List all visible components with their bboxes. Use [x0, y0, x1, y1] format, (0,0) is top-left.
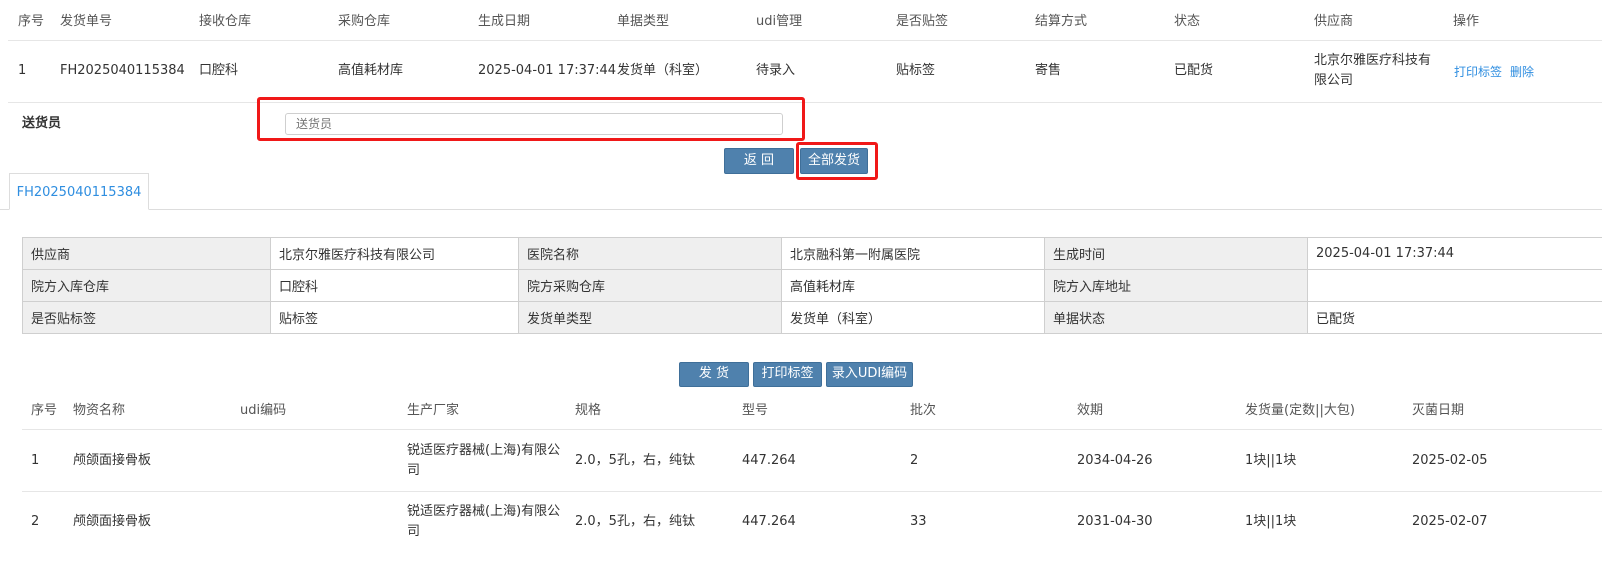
col-receive-wh: 接收仓库	[199, 14, 252, 29]
info-in-addr-label: 院方入库地址	[1044, 269, 1308, 302]
item-sterile: 2025-02-07	[1412, 514, 1488, 529]
item-index: 1	[31, 453, 40, 468]
info-in-wh-label: 院方入库仓库	[22, 269, 271, 302]
col-purchase-wh: 采购仓库	[338, 14, 391, 29]
col-order-no: 发货单号	[60, 14, 113, 29]
item-qty: 1块||1块	[1245, 453, 1297, 468]
back-button[interactable]: 返 回	[724, 148, 794, 174]
info-created-label: 生成时间	[1044, 237, 1308, 270]
info-label-flag: 贴标签	[270, 301, 519, 334]
item-model: 447.264	[742, 453, 796, 468]
enter-udi-button[interactable]: 录入UDI编码	[826, 362, 913, 387]
item-name: 颅颌面接骨板	[73, 514, 152, 529]
print-label-button[interactable]: 打印标签	[753, 362, 822, 387]
item-qty: 1块||1块	[1245, 514, 1297, 529]
item-model: 447.264	[742, 514, 796, 529]
info-doc-type: 发货单（科室）	[781, 301, 1045, 334]
items-col-name: 物资名称	[73, 403, 126, 418]
items-col-spec: 规格	[575, 403, 602, 418]
item-maker-line1: 锐适医疗器械(上海)有限公	[407, 504, 561, 519]
col-actions: 操作	[1453, 14, 1480, 29]
col-supplier: 供应商	[1314, 14, 1354, 29]
col-udi: udi管理	[756, 14, 803, 29]
info-doc-type-label: 发货单类型	[518, 301, 782, 334]
item-sterile: 2025-02-05	[1412, 453, 1488, 468]
tab-bar-line	[0, 209, 1602, 210]
col-settle: 结算方式	[1035, 14, 1088, 29]
col-index: 序号	[18, 14, 45, 29]
items-col-sterile: 灭菌日期	[1412, 403, 1465, 418]
row-divider	[8, 102, 1602, 103]
item-maker-line2: 司	[407, 524, 421, 539]
item-maker-line1: 锐适医疗器械(上海)有限公	[407, 443, 561, 458]
items-col-qty: 发货量(定数||大包)	[1245, 403, 1355, 418]
item-index: 2	[31, 514, 40, 529]
items-col-index: 序号	[31, 403, 58, 418]
order-receive-wh: 口腔科	[199, 63, 239, 78]
col-date: 生成日期	[478, 14, 531, 29]
items-row-divider	[22, 491, 1602, 492]
info-label-flag-label: 是否贴标签	[22, 301, 271, 334]
info-hospital: 北京融科第一附属医院	[781, 237, 1045, 270]
item-name: 颅颌面接骨板	[73, 453, 152, 468]
delivery-person-label: 送货员	[22, 116, 62, 131]
order-status: 已配货	[1174, 63, 1214, 78]
info-hospital-label: 医院名称	[518, 237, 782, 270]
item-expiry: 2034-04-26	[1077, 453, 1153, 468]
item-maker-line2: 司	[407, 463, 421, 478]
info-doc-status: 已配货	[1307, 301, 1602, 334]
print-label-link[interactable]: 打印标签	[1454, 63, 1502, 80]
order-purchase-wh: 高值耗材库	[338, 63, 404, 78]
order-label: 贴标签	[896, 63, 936, 78]
col-status: 状态	[1174, 14, 1201, 29]
order-supplier-line2: 限公司	[1314, 73, 1354, 88]
order-supplier-line1: 北京尔雅医疗科技有	[1314, 53, 1432, 68]
info-row: 院方入库仓库 口腔科 院方采购仓库 高值耗材库 院方入库地址	[22, 269, 1602, 302]
info-row: 供应商 北京尔雅医疗科技有限公司 医院名称 北京融科第一附属医院 生成时间 20…	[22, 237, 1602, 270]
info-purchase-wh: 高值耗材库	[781, 269, 1045, 302]
order-settle: 寄售	[1035, 63, 1062, 78]
items-col-expiry: 效期	[1077, 403, 1104, 418]
items-col-udi: udi编码	[240, 403, 287, 418]
items-col-model: 型号	[742, 403, 769, 418]
highlight-box-input	[257, 97, 805, 141]
info-supplier: 北京尔雅医疗科技有限公司	[270, 237, 519, 270]
item-spec: 2.0，5孔，右，纯钛	[575, 514, 695, 529]
order-index: 1	[18, 63, 27, 78]
tab-order[interactable]: FH2025040115384	[9, 173, 149, 210]
info-in-wh: 口腔科	[270, 269, 519, 302]
info-doc-status-label: 单据状态	[1044, 301, 1308, 334]
col-doc-type: 单据类型	[617, 14, 670, 29]
info-in-addr	[1307, 269, 1602, 302]
delete-link[interactable]: 删除	[1510, 63, 1534, 80]
ship-button[interactable]: 发 货	[679, 362, 749, 387]
item-batch: 33	[910, 514, 927, 529]
item-expiry: 2031-04-30	[1077, 514, 1153, 529]
item-spec: 2.0，5孔，右，纯钛	[575, 453, 695, 468]
order-number: FH2025040115384	[60, 63, 185, 78]
items-header-divider	[22, 429, 1602, 430]
info-supplier-label: 供应商	[22, 237, 271, 270]
order-doc-type: 发货单（科室）	[617, 63, 709, 78]
order-udi: 待录入	[756, 63, 796, 78]
info-row: 是否贴标签 贴标签 发货单类型 发货单（科室） 单据状态 已配货	[22, 301, 1602, 334]
col-label: 是否贴签	[896, 14, 949, 29]
item-batch: 2	[910, 453, 919, 468]
info-purchase-wh-label: 院方采购仓库	[518, 269, 782, 302]
order-info-table: 供应商 北京尔雅医疗科技有限公司 医院名称 北京融科第一附属医院 生成时间 20…	[22, 237, 1602, 334]
items-col-batch: 批次	[910, 403, 937, 418]
header-divider	[8, 40, 1602, 41]
order-date: 2025-04-01 17:37:44	[478, 63, 617, 78]
highlight-box-ship-all	[796, 142, 878, 180]
items-col-maker: 生产厂家	[407, 403, 460, 418]
info-created: 2025-04-01 17:37:44	[1307, 237, 1602, 270]
